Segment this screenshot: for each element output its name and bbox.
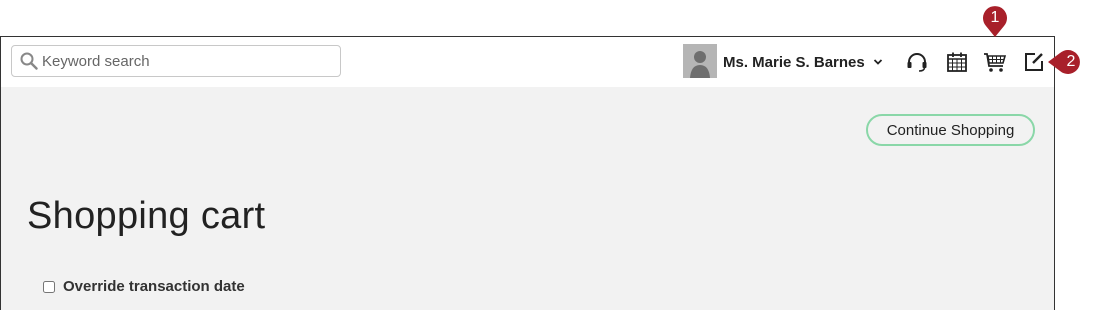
top-bar: Ms. Marie S. Barnes	[1, 37, 1054, 87]
chevron-down-icon	[873, 59, 882, 65]
calendar-icon	[947, 52, 967, 72]
shopping-cart-icon	[984, 53, 1007, 72]
app-window: Ms. Marie S. Barnes	[0, 36, 1055, 310]
edit-button[interactable]	[1022, 50, 1046, 74]
avatar[interactable]	[683, 44, 717, 78]
continue-shopping-button[interactable]: Continue Shopping	[866, 114, 1035, 146]
edit-note-icon	[1025, 53, 1043, 71]
page-title: Shopping cart	[27, 195, 266, 237]
cart-button[interactable]	[983, 50, 1007, 74]
calendar-button[interactable]	[945, 50, 969, 74]
override-date-checkbox[interactable]	[43, 280, 55, 293]
user-menu[interactable]: Ms. Marie S. Barnes	[723, 52, 883, 72]
search-icon	[20, 52, 38, 70]
search-input[interactable]	[42, 52, 322, 70]
callout-number: 2	[1066, 53, 1076, 70]
override-date-label: Override transaction date	[63, 278, 245, 295]
user-silhouette-icon	[683, 44, 717, 78]
user-name: Ms. Marie S. Barnes	[723, 53, 865, 71]
search-box[interactable]	[11, 45, 341, 77]
callout-1: 1	[981, 4, 1009, 37]
callout-number: 1	[990, 9, 1000, 26]
headset-icon	[907, 53, 927, 72]
callout-2: 2	[1048, 47, 1085, 75]
support-button[interactable]	[905, 50, 929, 74]
override-transaction-date[interactable]: Override transaction date	[43, 278, 245, 295]
